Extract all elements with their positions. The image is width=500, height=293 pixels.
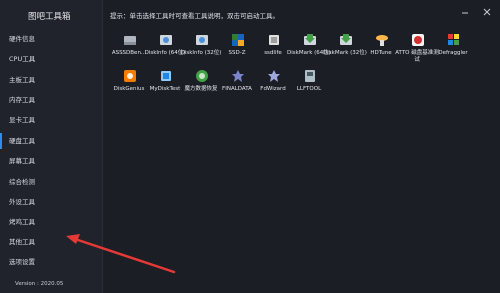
minimize-icon	[462, 12, 468, 14]
sidebar-item-label: 内存工具	[9, 96, 35, 104]
main-panel: 提示：单击选择工具时可查看工具说明，双击可启动工具。 ASSSDBen... D…	[103, 0, 500, 293]
sidebar: 图吧工具箱 硬件信息 CPU工具 主板工具 内存工具 显卡工具 硬盘工具 屏幕工…	[0, 0, 103, 293]
sidebar-item-motherboard-tools[interactable]: 主板工具	[0, 70, 102, 90]
diskgenius-icon	[124, 70, 136, 82]
diskinfo-icon	[196, 35, 208, 45]
sidebar-item-settings[interactable]: 选项设置	[0, 252, 102, 272]
sidebar-item-comprehensive-test[interactable]: 综合检测	[0, 172, 102, 192]
sidebar-item-label: 选项设置	[9, 258, 35, 266]
fdwizard-icon	[268, 70, 280, 82]
close-button[interactable]	[481, 6, 493, 18]
recovery-icon	[196, 70, 208, 82]
sidebar-item-label: 综合检测	[9, 178, 35, 186]
drive-icon	[124, 36, 136, 45]
ssdlife-icon	[269, 35, 279, 45]
diskmark-icon	[340, 34, 352, 45]
mydisktest-icon	[161, 71, 171, 81]
sidebar-item-cpu-tools[interactable]: CPU工具	[0, 49, 102, 69]
sidebar-item-label: 屏幕工具	[9, 157, 35, 165]
diskmark-icon	[304, 34, 316, 45]
minimize-button[interactable]	[459, 6, 471, 18]
sidebar-item-label: 主板工具	[9, 76, 35, 84]
sidebar-item-label: 硬盘工具	[9, 137, 35, 145]
version-label: Version : 2020.05	[15, 281, 64, 287]
active-indicator	[0, 133, 2, 149]
llftool-icon	[305, 70, 315, 82]
sidebar-item-other-tools[interactable]: 其他工具	[0, 232, 102, 252]
sidebar-item-label: CPU工具	[9, 55, 36, 63]
close-icon	[483, 8, 491, 16]
atto-icon	[412, 34, 424, 46]
sidebar-item-memory-tools[interactable]: 内存工具	[0, 90, 102, 110]
sidebar-item-stress-tools[interactable]: 烤鸡工具	[0, 212, 102, 232]
sidebar-item-label: 外设工具	[9, 198, 35, 206]
sidebar-item-hardware-info[interactable]: 硬件信息	[0, 29, 102, 49]
ssdz-icon	[232, 34, 244, 46]
tool-llftool[interactable]: LLFTOOL	[290, 68, 328, 104]
sidebar-item-label: 硬件信息	[9, 35, 35, 43]
sidebar-item-gpu-tools[interactable]: 显卡工具	[0, 110, 102, 130]
tool-defraggler[interactable]: Defraggler	[434, 32, 472, 68]
sidebar-item-screen-tools[interactable]: 屏幕工具	[0, 151, 102, 171]
defraggler-icon	[448, 34, 459, 45]
app-title: 图吧工具箱	[28, 12, 71, 22]
sidebar-item-label: 显卡工具	[9, 116, 35, 124]
diskinfo-icon	[160, 35, 172, 45]
sidebar-item-label: 烤鸡工具	[9, 218, 35, 226]
tool-label: Defraggler	[438, 50, 468, 56]
sidebar-item-peripheral-tools[interactable]: 外设工具	[0, 192, 102, 212]
hint-text: 提示：单击选择工具时可查看工具说明，双击可启动工具。	[110, 12, 279, 20]
tool-label: LLFTOOL	[296, 86, 322, 92]
finaldata-icon	[232, 70, 244, 82]
sidebar-item-disk-tools[interactable]: 硬盘工具	[0, 131, 102, 151]
sidebar-item-label: 其他工具	[9, 238, 35, 246]
hdtune-icon	[376, 35, 388, 46]
